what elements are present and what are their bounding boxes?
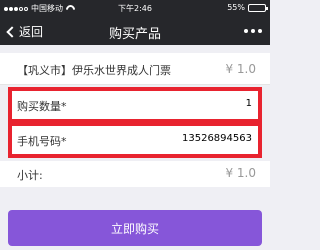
subtotal-label: 小计: <box>17 169 43 182</box>
phone-label: 手机号码* <box>17 135 67 148</box>
buy-now-button[interactable]: 立即购买 <box>8 210 262 246</box>
nav-bar: 返回 购买产品 <box>0 17 270 45</box>
battery-percent: 55% <box>227 3 245 12</box>
status-right: 55% <box>227 3 268 12</box>
subtotal-value: ¥ 1.0 <box>225 166 256 180</box>
quantity-input[interactable]: 1 <box>246 98 252 109</box>
quantity-field[interactable]: 购买数量* 1 <box>8 87 262 123</box>
phone-field[interactable]: 手机号码* 13526894563 <box>8 122 262 158</box>
more-dots-icon <box>244 29 248 33</box>
status-bar: 中国移动 下午2:46 55% <box>0 0 270 17</box>
battery-icon <box>248 3 268 12</box>
product-name: 【巩义市】伊乐水世界成人门票 <box>17 64 171 77</box>
phone-input[interactable]: 13526894563 <box>182 133 252 144</box>
product-price: ¥ 1.0 <box>225 62 256 76</box>
product-row: 【巩义市】伊乐水世界成人门票 ¥ 1.0 <box>0 53 270 85</box>
more-button[interactable] <box>244 29 262 33</box>
quantity-label: 购买数量* <box>17 100 67 113</box>
page-title: 购买产品 <box>108 27 161 42</box>
subtotal-row: 小计: ¥ 1.0 <box>0 161 270 187</box>
